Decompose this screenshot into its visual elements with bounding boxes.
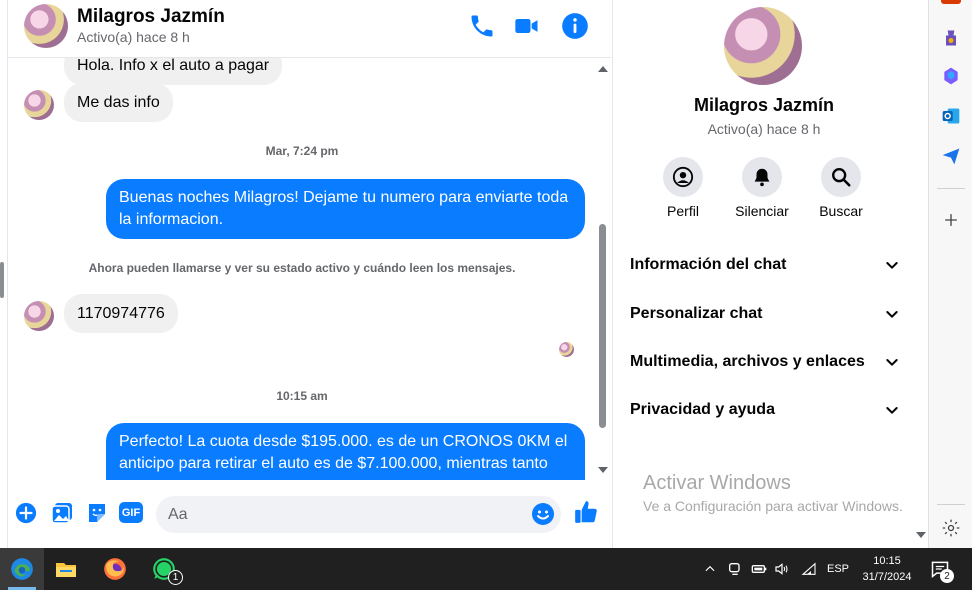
message-incoming[interactable]: Hola. Info x el auto a pagar <box>64 58 283 85</box>
search-icon <box>821 157 861 197</box>
section-label: Privacidad y ayuda <box>630 401 775 418</box>
tray-meet-icon[interactable] <box>727 548 743 590</box>
mute-action[interactable]: Silenciar <box>722 157 802 219</box>
profile-icon <box>663 157 703 197</box>
windows-taskbar: 1 ESP 10:15 31/7/2024 2 <box>0 548 972 590</box>
timestamp-separator: 10:15 am <box>276 389 328 403</box>
activate-windows-title: Activar Windows <box>643 472 791 494</box>
mute-action-label: Silenciar <box>735 203 789 219</box>
whatsapp-badge: 1 <box>168 570 183 585</box>
copilot-icon[interactable] <box>941 66 961 86</box>
send-icon[interactable] <box>941 146 961 166</box>
system-notice: Ahora pueden llamarse y ver su estado ac… <box>88 261 516 275</box>
scroll-up-arrow[interactable] <box>598 66 608 72</box>
screen: Milagros Jazmín Activo(a) hace 8 h Hola.… <box>0 0 972 590</box>
section-chat-info[interactable]: Información del chat <box>630 248 900 282</box>
browser-sidebar <box>928 0 972 548</box>
tray-battery-icon[interactable] <box>750 548 768 590</box>
sender-avatar[interactable] <box>24 301 54 331</box>
thumbs-up-icon[interactable] <box>573 499 599 530</box>
chat-info-panel: Milagros Jazmín Activo(a) hace 8 h Perfi… <box>612 0 914 548</box>
search-action-label: Buscar <box>819 203 863 219</box>
taskbar-explorer[interactable] <box>44 548 88 590</box>
gif-button[interactable]: GIF <box>119 502 143 523</box>
panel-contact-status: Activo(a) hace 8 h <box>707 121 821 137</box>
profile-action[interactable]: Perfil <box>643 157 723 219</box>
contact-name[interactable]: Milagros Jazmín <box>77 6 225 28</box>
section-label: Personalizar chat <box>630 305 763 322</box>
language-indicator[interactable]: ESP <box>827 548 849 590</box>
sidebar-divider <box>937 504 965 505</box>
panel-scrollbar[interactable] <box>914 0 928 548</box>
message-outgoing[interactable]: Buenas noches Milagros! Dejame tu numero… <box>106 179 585 239</box>
section-customize-chat[interactable]: Personalizar chat <box>630 297 900 331</box>
taskbar-edge[interactable] <box>0 548 44 590</box>
scroll-thumb[interactable] <box>599 224 606 428</box>
office-app-icon[interactable] <box>941 0 961 4</box>
contact-avatar[interactable] <box>24 4 68 48</box>
battery-icon <box>751 565 767 573</box>
composer: GIF <box>8 480 611 548</box>
read-receipt-avatar <box>559 342 574 357</box>
section-label: Multimedia, archivos y enlaces <box>630 353 865 370</box>
folder-icon <box>56 563 76 577</box>
panel-scroll-down-arrow[interactable] <box>916 532 926 538</box>
bell-icon <box>742 157 782 197</box>
tray-volume-icon[interactable] <box>773 548 791 590</box>
clock-time: 10:15 <box>873 555 901 567</box>
sender-avatar[interactable] <box>24 90 54 120</box>
search-action[interactable]: Buscar <box>801 157 881 219</box>
panel-avatar[interactable] <box>724 7 802 85</box>
scroll-down-arrow[interactable] <box>598 467 608 473</box>
taskbar-whatsapp[interactable]: 1 <box>142 548 186 590</box>
left-resize-handle[interactable] <box>0 262 4 298</box>
message-input[interactable] <box>156 496 561 533</box>
chevron-down-icon <box>886 359 898 366</box>
section-label: Información del chat <box>630 256 787 273</box>
plus-circle-icon[interactable] <box>15 502 37 529</box>
section-privacy-help[interactable]: Privacidad y ayuda <box>630 393 900 427</box>
chevron-down-icon <box>886 262 898 269</box>
outlook-icon[interactable] <box>941 106 961 126</box>
notification-badge: 2 <box>940 569 954 583</box>
phone-call-icon[interactable] <box>468 12 496 40</box>
chevron-down-icon <box>886 311 898 318</box>
games-icon[interactable] <box>941 28 961 48</box>
firefox-icon <box>104 558 126 580</box>
timestamp-separator: Mar, 7:24 pm <box>265 144 339 158</box>
sticker-icon[interactable] <box>85 501 109 530</box>
profile-action-label: Perfil <box>667 203 699 219</box>
section-media-files[interactable]: Multimedia, archivos y enlaces <box>630 345 900 379</box>
clock-date: 31/7/2024 <box>862 571 912 583</box>
show-hidden-icons[interactable] <box>703 548 717 590</box>
message-outgoing[interactable]: Perfecto! La cuota desde $195.000. es de… <box>106 423 585 480</box>
message-incoming[interactable]: 1170974776 <box>64 294 178 333</box>
clock[interactable]: 10:15 31/7/2024 <box>855 548 919 590</box>
tray-wifi-icon[interactable] <box>800 548 818 590</box>
sidebar-divider <box>937 188 965 189</box>
message-list[interactable]: Hola. Info x el auto a pagar Me das info… <box>8 58 596 480</box>
webcam-icon <box>729 563 740 575</box>
add-icon[interactable] <box>941 210 961 230</box>
left-edge <box>0 0 8 548</box>
contact-status: Activo(a) hace 8 h <box>77 29 190 45</box>
chat-header: Milagros Jazmín Activo(a) hace 8 h <box>8 0 611 58</box>
settings-gear-icon[interactable] <box>941 518 961 538</box>
activate-windows-subtitle: Ve a Configuración para activar Windows. <box>643 498 903 514</box>
chevron-down-icon <box>886 407 898 414</box>
emoji-icon[interactable] <box>531 502 555 531</box>
info-icon[interactable] <box>561 12 589 40</box>
video-call-icon[interactable] <box>513 12 541 40</box>
wifi-icon <box>801 562 816 575</box>
speaker-icon <box>775 563 788 575</box>
edge-browser-icon <box>11 558 33 580</box>
taskbar-firefox[interactable] <box>93 548 137 590</box>
panel-contact-name: Milagros Jazmín <box>693 95 835 115</box>
chevron-up-icon <box>705 565 715 572</box>
message-incoming[interactable]: Me das info <box>64 83 173 122</box>
notification-center[interactable]: 2 <box>930 548 954 590</box>
message-scrollbar[interactable] <box>596 58 610 480</box>
gallery-icon[interactable] <box>50 501 74 530</box>
